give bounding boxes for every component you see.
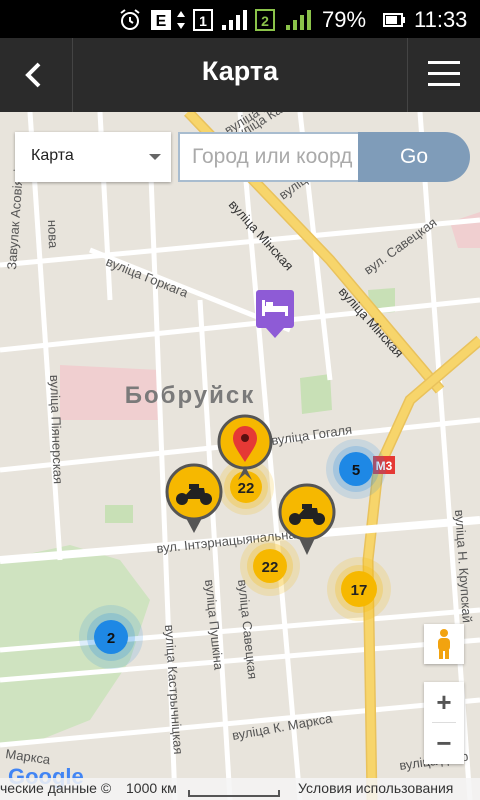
cluster-marker[interactable]: 17 [327, 557, 391, 621]
search-input[interactable] [190, 134, 362, 180]
green-area [105, 505, 133, 523]
svg-text:22: 22 [262, 559, 279, 576]
svg-text:5: 5 [352, 462, 360, 479]
svg-text:E: E [156, 13, 167, 30]
alarm-icon [120, 9, 140, 30]
data-e-icon: E [151, 10, 171, 30]
sim2-icon: 2 [255, 9, 275, 31]
street-label: нова [45, 220, 61, 250]
map-canvas: М3 вуліца Мінская вуліца Мінская вуліца … [0, 112, 480, 800]
battery-icon [383, 13, 405, 27]
signal1-icon [222, 10, 247, 30]
data-arrows-icon [177, 11, 185, 29]
zoom-in-button[interactable]: + [424, 682, 464, 722]
hamburger-icon [428, 61, 460, 86]
cluster-marker[interactable]: 2 [79, 605, 143, 669]
cluster-marker[interactable]: 22 [240, 536, 300, 596]
green-area-3 [300, 374, 332, 414]
map-view[interactable]: М3 вуліца Мінская вуліца Мінская вуліца … [0, 112, 480, 800]
svg-text:2: 2 [107, 630, 115, 647]
scale-bar [188, 790, 280, 797]
battery-percent: 79% [322, 7, 367, 32]
map-data-attribution: ческие данные © [0, 780, 112, 796]
scale-label: 1000 км [126, 780, 177, 796]
map-attribution-bar: ческие данные © 1000 км Условия использо… [0, 778, 480, 800]
status-bar: E 1 2 79% 11:33 [0, 0, 480, 38]
zoom-controls: + − [424, 682, 464, 764]
search-box [178, 132, 362, 182]
caret-down-icon [149, 154, 161, 160]
svg-text:2: 2 [261, 13, 269, 29]
go-button[interactable]: Go [358, 132, 470, 182]
street-view-button[interactable] [424, 624, 464, 664]
map-type-value: Карта [31, 147, 74, 164]
svg-text:1: 1 [199, 13, 207, 29]
menu-button[interactable] [407, 38, 480, 112]
clock: 11:33 [414, 7, 468, 32]
zoom-out-button[interactable]: − [424, 723, 464, 763]
signal2-icon [286, 10, 311, 30]
map-type-select[interactable]: Карта [15, 132, 171, 182]
svg-text:17: 17 [351, 582, 368, 599]
city-label: Бобруйск [125, 382, 256, 409]
pegman-icon [438, 629, 450, 659]
app-bar: Карта [0, 38, 480, 112]
terms-link[interactable]: Условия использования [298, 780, 453, 796]
sim1-icon: 1 [193, 9, 213, 31]
svg-text:22: 22 [238, 480, 255, 497]
cluster-marker[interactable]: 5 [326, 439, 386, 499]
